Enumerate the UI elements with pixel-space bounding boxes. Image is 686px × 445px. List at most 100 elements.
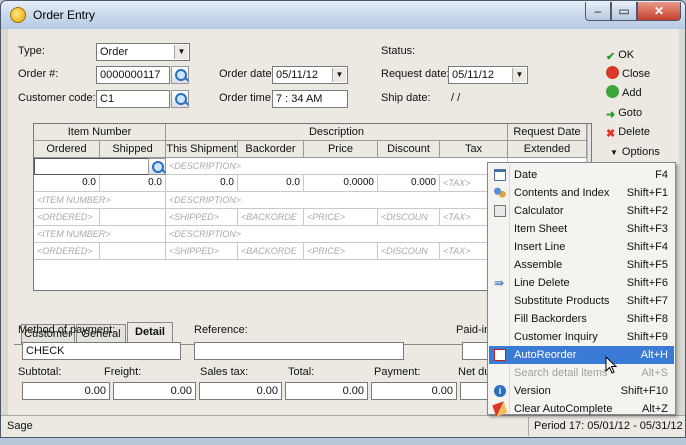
- calculator-icon: [494, 205, 506, 217]
- menu-item-search-detail-items: Search detail items Alt+S: [514, 367, 668, 379]
- menu-item-substitute-products[interactable]: Substitute Products Shift+F7: [489, 292, 674, 310]
- order-time-field[interactable]: 7 : 34 AM: [272, 90, 348, 108]
- method-of-payment-field[interactable]: CHECK: [22, 342, 181, 360]
- item-lookup-search-icon[interactable]: [148, 158, 166, 175]
- ok-label: OK: [618, 49, 635, 61]
- price-cell[interactable]: <PRICE>: [304, 209, 378, 226]
- menu-item-clear-autocomplete[interactable]: Clear AutoComplete Alt+Z: [489, 400, 674, 418]
- grid-header-request-date: Request Date: [508, 124, 587, 141]
- sales-tax-label: Sales tax:: [200, 366, 249, 378]
- menu-item-fill-backorders[interactable]: Fill Backorders Shift+F8: [489, 310, 674, 328]
- price-cell[interactable]: <PRICE>: [304, 243, 378, 260]
- shipped-cell[interactable]: [100, 209, 166, 226]
- maximize-button[interactable]: ▭: [611, 2, 637, 21]
- subtotal-field: 0.00: [22, 382, 110, 400]
- close-window-button[interactable]: ✕: [637, 2, 681, 21]
- menu-item-version[interactable]: i Version Shift+F10: [489, 382, 674, 400]
- ship-date-value: / /: [451, 92, 461, 104]
- menu-item-line-delete[interactable]: ⇛ Line Delete Shift+F6: [489, 274, 674, 292]
- freight-field[interactable]: 0.00: [113, 382, 196, 400]
- chevron-down-icon: ▼: [332, 68, 346, 82]
- menu-item-date[interactable]: Date F4: [489, 166, 674, 184]
- customer-lookup-search-icon[interactable]: [171, 90, 189, 108]
- menu-item-calculator[interactable]: Calculator Shift+F2: [489, 202, 674, 220]
- total-field: 0.00: [285, 382, 368, 400]
- this-shipment-cell[interactable]: <SHIPPED>: [166, 209, 238, 226]
- menu-item-contents-and-index[interactable]: Contents and Index Shift+F1: [489, 184, 674, 202]
- add-label: Add: [622, 87, 642, 99]
- grid-header-price: Price: [304, 141, 378, 158]
- title-bar: Order Entry ‒ ▭ ✕: [1, 1, 685, 29]
- item-number-input[interactable]: [34, 158, 152, 175]
- order-number-field[interactable]: 0000000117: [96, 66, 170, 84]
- this-shipment-cell[interactable]: 0.0: [166, 175, 238, 192]
- goto-button[interactable]: ➜ Goto: [606, 104, 642, 122]
- grid-header-backorder: Backorder: [238, 141, 304, 158]
- add-icon: [606, 85, 619, 98]
- shipped-cell[interactable]: 0.0: [100, 175, 166, 192]
- menu-item-assemble[interactable]: Assemble Shift+F5: [489, 256, 674, 274]
- menu-item-customer-inquiry[interactable]: Customer Inquiry Shift+F9: [489, 328, 674, 346]
- triangle-down-icon: ▼: [610, 148, 618, 157]
- sales-tax-field[interactable]: 0.00: [199, 382, 282, 400]
- calendar-icon: [494, 169, 506, 181]
- order-entry-window: Order Entry ‒ ▭ ✕ Type: Order ▼ Order #: …: [0, 0, 686, 438]
- order-date-field[interactable]: 05/11/12 ▼: [272, 66, 348, 84]
- grid-header-extended: Extended: [508, 141, 587, 158]
- payment-label: Payment:: [374, 366, 421, 378]
- line-delete-icon: ⇛: [494, 276, 505, 290]
- item-number-cell[interactable]: <ITEM NUMBER>: [34, 226, 166, 243]
- customer-code-field[interactable]: C1: [96, 90, 170, 108]
- description-cell[interactable]: <DESCRIPTION>: [166, 158, 508, 175]
- close-label: Close: [622, 68, 651, 80]
- discount-cell[interactable]: <DISCOUN: [378, 209, 440, 226]
- options-button[interactable]: ▼ Options: [610, 143, 660, 161]
- maximize-icon: ▭: [618, 4, 630, 18]
- item-number-cell[interactable]: <ITEM NUMBER>: [34, 192, 166, 209]
- order-time-label: Order time:: [219, 92, 275, 104]
- order-date-value: 05/11/12: [276, 69, 319, 81]
- type-select[interactable]: Order ▼: [96, 43, 190, 61]
- menu-item-autoreorder[interactable]: AutoReorder Alt+H: [489, 346, 674, 364]
- delete-button[interactable]: ✖ Delete: [606, 123, 650, 141]
- options-context-menu: Date F4 Contents and Index Shift+F1 Calcul…: [487, 162, 676, 418]
- info-icon: i: [494, 385, 506, 397]
- reference-field[interactable]: [194, 342, 404, 360]
- help-people-icon: [494, 187, 506, 199]
- request-date-field[interactable]: 05/11/12 ▼: [448, 66, 528, 84]
- payment-field[interactable]: 0.00: [371, 382, 457, 400]
- add-button[interactable]: Add: [606, 84, 642, 102]
- menu-item-item-sheet[interactable]: Item Sheet Shift+F3: [489, 220, 674, 238]
- request-date-value: 05/11/12: [452, 69, 495, 81]
- description-cell[interactable]: <DESCRIPTION>: [166, 226, 508, 243]
- ordered-cell[interactable]: 0.0: [34, 175, 100, 192]
- ok-button[interactable]: ✔ OK: [606, 46, 634, 64]
- total-label: Total:: [288, 366, 315, 378]
- this-shipment-cell[interactable]: <SHIPPED>: [166, 243, 238, 260]
- price-cell[interactable]: 0.0000: [304, 175, 378, 192]
- mouse-cursor-icon: [605, 356, 617, 374]
- backorder-cell[interactable]: <BACKORDE: [238, 209, 304, 226]
- discount-cell[interactable]: <DISCOUN: [378, 243, 440, 260]
- menu-item-insert-line[interactable]: Insert Line Shift+F4: [489, 238, 674, 256]
- grid-header-this-shipment: This Shipment: [166, 141, 238, 158]
- grid-header-ordered: Ordered: [34, 141, 100, 158]
- order-lookup-search-icon[interactable]: [171, 66, 189, 84]
- ordered-cell[interactable]: <ORDERED>: [34, 209, 100, 226]
- close-button[interactable]: Close: [606, 65, 650, 83]
- arrow-right-icon: ➜: [606, 109, 616, 121]
- grid-header-shipped: Shipped: [100, 141, 166, 158]
- paid-in-label: Paid-in: [456, 324, 491, 336]
- delete-label: Delete: [618, 126, 651, 138]
- subtotal-label: Subtotal:: [18, 366, 62, 378]
- shipped-cell[interactable]: [100, 243, 166, 260]
- ordered-cell[interactable]: <ORDERED>: [34, 243, 100, 260]
- backorder-cell[interactable]: <BACKORDE: [238, 243, 304, 260]
- minimize-button[interactable]: ‒: [585, 2, 611, 21]
- grid-header-description: Description: [166, 124, 508, 141]
- discount-cell[interactable]: 0.000: [378, 175, 440, 192]
- checkmark-icon: ✔: [606, 51, 616, 63]
- backorder-cell[interactable]: 0.0: [238, 175, 304, 192]
- status-label: Status:: [381, 45, 416, 57]
- description-cell[interactable]: <DESCRIPTION>: [166, 192, 508, 209]
